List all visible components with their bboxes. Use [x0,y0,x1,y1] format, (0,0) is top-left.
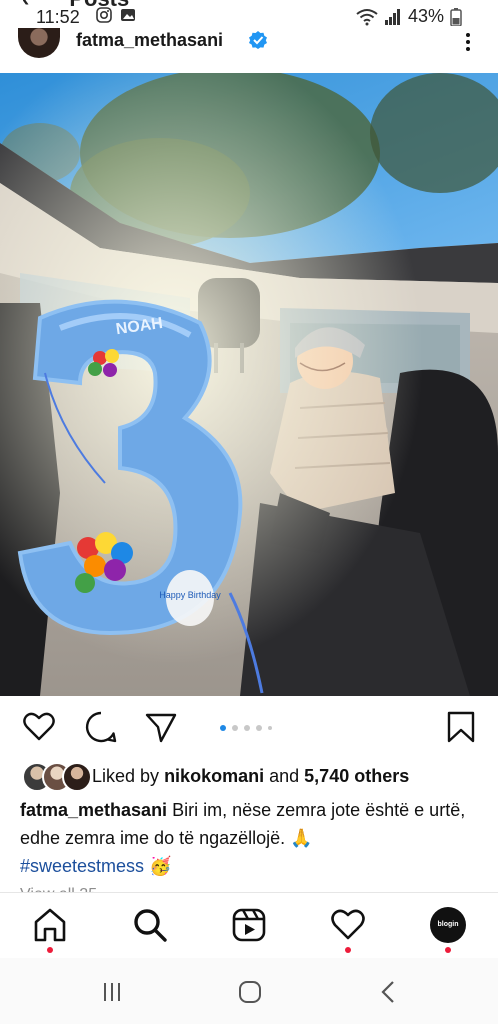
home-button-icon[interactable] [238,980,262,1004]
likes-summary[interactable]: Liked by nikokomani and 5,740 others [22,760,409,792]
profile-avatar[interactable]: blogin [430,907,466,943]
home-icon[interactable] [32,907,68,943]
reels-icon[interactable] [231,907,267,943]
recent-apps-icon[interactable] [100,980,124,1004]
liker-username[interactable]: nikokomani [164,766,264,786]
caption-emoji: 🥳 [149,856,172,876]
post-actions [0,706,498,750]
comment-icon[interactable] [84,710,118,744]
pinata-birthday-text: Happy Birthday [159,590,221,600]
carousel-indicator [220,725,272,731]
bottom-navigation: blogin [0,892,498,959]
verified-badge-icon [249,31,267,49]
activity-heart-icon[interactable] [330,907,366,943]
signal-icon [384,8,400,25]
likes-count[interactable]: 5,740 others [304,766,409,786]
share-send-icon[interactable] [144,710,178,744]
more-options-icon[interactable] [460,30,476,52]
hashtag-link[interactable]: #sweetestmess [20,856,144,876]
likes-text: Liked by nikokomani and 5,740 others [92,765,410,786]
notification-icons [96,7,136,23]
post-header: fatma_methasani [0,24,498,68]
back-icon[interactable] [377,980,401,1004]
author-avatar[interactable] [18,28,60,58]
instagram-notification-icon [96,7,112,23]
wifi-icon [356,8,378,25]
battery-icon [450,7,462,26]
gallery-notification-icon [121,9,135,21]
home-notification-dot [47,947,53,953]
like-heart-icon[interactable] [22,710,56,744]
liker-avatars [22,762,92,792]
system-navigation-bar [0,958,498,1024]
carousel-dot-active [220,725,226,731]
profile-notification-dot [445,947,451,953]
author-username[interactable]: fatma_methasani [76,30,223,51]
search-icon[interactable] [132,907,168,943]
post-caption: fatma_methasani Biri im, nëse zemra jote… [20,796,480,880]
save-bookmark-icon[interactable] [444,710,478,744]
activity-notification-dot [345,947,351,953]
caption-username[interactable]: fatma_methasani [20,800,167,820]
post-photo[interactable]: Happy Birthday NOAH [0,73,498,696]
